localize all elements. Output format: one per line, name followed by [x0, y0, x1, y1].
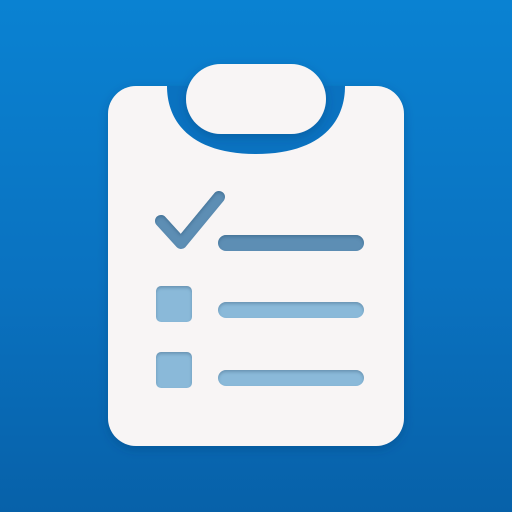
checklist-clipboard-icon	[108, 64, 404, 446]
checked-item-line	[218, 235, 364, 251]
checkbox-icon	[156, 286, 192, 322]
unchecked-item-line	[218, 302, 364, 318]
checkbox-icon	[156, 352, 192, 388]
app-icon-canvas	[0, 0, 512, 512]
clipboard-clip	[186, 64, 326, 134]
unchecked-item-line	[218, 370, 364, 386]
